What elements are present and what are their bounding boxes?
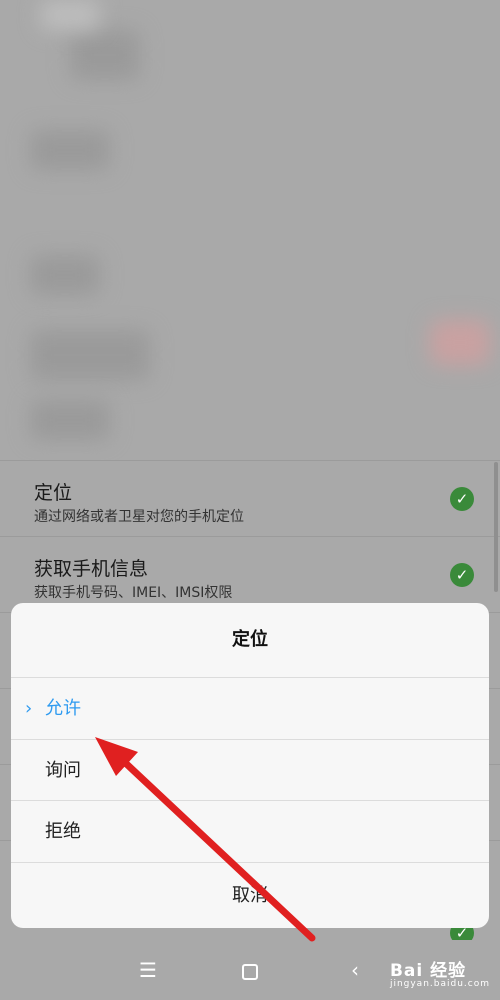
- baidu-watermark: Bai 经验 jingyan.baidu.com: [390, 956, 490, 989]
- watermark-brand: Bai 经验: [389, 961, 467, 981]
- chevron-right-icon: ›: [25, 698, 33, 719]
- permission-row-location[interactable]: 定位 通过网络或者卫星对您的手机定位 ✓: [0, 460, 500, 537]
- option-label: 拒绝: [45, 821, 81, 842]
- check-icon: ✓: [450, 487, 474, 511]
- option-label: 允许: [45, 698, 81, 719]
- option-ask[interactable]: 询问: [11, 739, 489, 801]
- back-icon[interactable]: ‹: [325, 940, 385, 1000]
- permission-title: 获取手机信息: [34, 558, 149, 580]
- check-icon: ✓: [450, 563, 474, 587]
- watermark-domain: jingyan.baidu.com: [389, 979, 490, 989]
- permission-dialog: 定位 › 允许 询问 拒绝 取消: [11, 603, 489, 928]
- menu-icon[interactable]: ☰: [118, 940, 178, 1000]
- permission-title: 定位: [34, 482, 73, 504]
- option-deny[interactable]: 拒绝: [11, 800, 489, 862]
- scrollbar[interactable]: [494, 462, 498, 592]
- permission-description: 获取手机号码、IMEI、IMSI权限: [34, 585, 233, 601]
- permission-row-phone-info[interactable]: 获取手机信息 获取手机号码、IMEI、IMSI权限 ✓: [0, 536, 500, 613]
- option-label: 询问: [45, 760, 81, 781]
- dialog-title: 定位: [232, 629, 268, 650]
- option-allow[interactable]: › 允许: [11, 677, 489, 739]
- home-icon[interactable]: [220, 940, 280, 1000]
- cancel-button[interactable]: 取消: [11, 862, 489, 928]
- blurred-background: [0, 0, 500, 460]
- permission-description: 通过网络或者卫星对您的手机定位: [34, 509, 244, 525]
